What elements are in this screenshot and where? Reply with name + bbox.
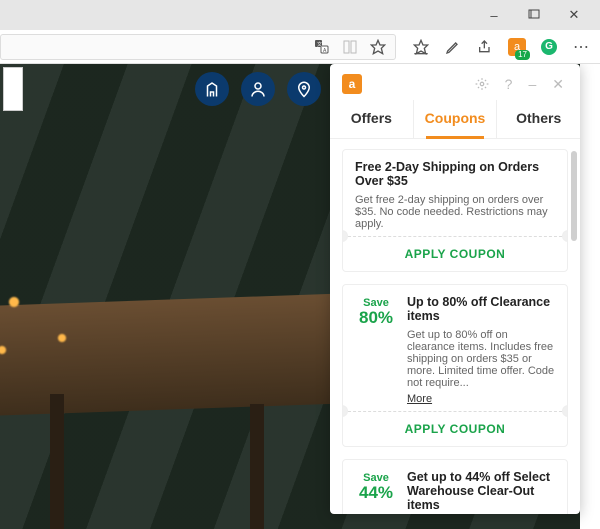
save-percent: 80% bbox=[355, 309, 397, 326]
browser-toolbar: 文A a17 G ⋯ bbox=[0, 30, 600, 64]
help-icon[interactable]: ? bbox=[501, 76, 517, 92]
tab-others[interactable]: Others bbox=[496, 100, 580, 138]
coupon-desc: Get free 2-day shipping on orders over $… bbox=[355, 194, 555, 230]
popup-logo-icon: a bbox=[342, 74, 362, 94]
svg-text:文: 文 bbox=[317, 41, 322, 48]
popup-tabs: Offers Coupons Others bbox=[330, 100, 580, 139]
grammarly-extension-icon[interactable]: G bbox=[540, 38, 558, 56]
popup-close-button[interactable]: ✕ bbox=[548, 76, 568, 93]
coupon-card: Free 2-Day Shipping on Orders Over $35 G… bbox=[342, 149, 568, 272]
coupon-list: Free 2-Day Shipping on Orders Over $35 G… bbox=[330, 139, 580, 514]
address-bar[interactable]: 文A bbox=[0, 34, 396, 60]
coupon-desc: Get up to 80% off on clearance items. In… bbox=[407, 329, 555, 389]
reader-icon[interactable] bbox=[341, 38, 359, 56]
coupon-title: Free 2-Day Shipping on Orders Over $35 bbox=[355, 160, 555, 188]
coupon-extension-popup: a ? – ✕ Offers Coupons Others Free 2-Day… bbox=[330, 64, 580, 514]
carousel-thumb[interactable] bbox=[3, 67, 23, 111]
page-margin bbox=[580, 64, 600, 529]
account-icon[interactable] bbox=[241, 72, 275, 106]
apply-coupon-button[interactable]: APPLY COUPON bbox=[343, 236, 567, 271]
tab-coupons[interactable]: Coupons bbox=[413, 100, 497, 138]
window-close-button[interactable]: ✕ bbox=[554, 0, 594, 30]
share-icon[interactable] bbox=[476, 38, 494, 56]
sparks-photo bbox=[0, 254, 110, 374]
more-icon[interactable]: ⋯ bbox=[572, 38, 590, 56]
extension-icons: a17 G ⋯ bbox=[402, 38, 600, 56]
popup-minimize-button[interactable]: – bbox=[524, 76, 540, 92]
coupon-title: Get up to 44% off Select Warehouse Clear… bbox=[407, 470, 555, 512]
header-nav bbox=[195, 72, 321, 106]
page-content: a ? – ✕ Offers Coupons Others Free 2-Day… bbox=[0, 64, 600, 529]
settings-icon[interactable] bbox=[471, 77, 493, 91]
scrollbar-thumb[interactable] bbox=[571, 151, 577, 241]
more-link[interactable]: More bbox=[407, 393, 432, 405]
window-titlebar: – ✕ bbox=[0, 0, 600, 30]
save-percent: 44% bbox=[355, 484, 397, 501]
popup-header: a ? – ✕ bbox=[330, 64, 580, 100]
apply-coupon-button[interactable]: APPLY COUPON bbox=[343, 411, 567, 446]
coupon-title: Up to 80% off Clearance items bbox=[407, 295, 555, 323]
translate-icon[interactable]: 文A bbox=[313, 38, 331, 56]
window-maximize-button[interactable] bbox=[514, 0, 554, 30]
favorite-star-icon[interactable] bbox=[369, 38, 387, 56]
coupon-card: Save 80% Up to 80% off Clearance items G… bbox=[342, 284, 568, 447]
coupon-card: Save 44% Get up to 44% off Select Wareho… bbox=[342, 459, 568, 514]
pen-icon[interactable] bbox=[444, 38, 462, 56]
avast-extension-icon[interactable]: a17 bbox=[508, 38, 526, 56]
window-minimize-button[interactable]: – bbox=[474, 0, 514, 30]
maximize-icon bbox=[528, 9, 540, 21]
favorites-icon[interactable] bbox=[412, 38, 430, 56]
stores-icon[interactable] bbox=[195, 72, 229, 106]
location-icon[interactable] bbox=[287, 72, 321, 106]
tab-offers[interactable]: Offers bbox=[330, 100, 413, 138]
